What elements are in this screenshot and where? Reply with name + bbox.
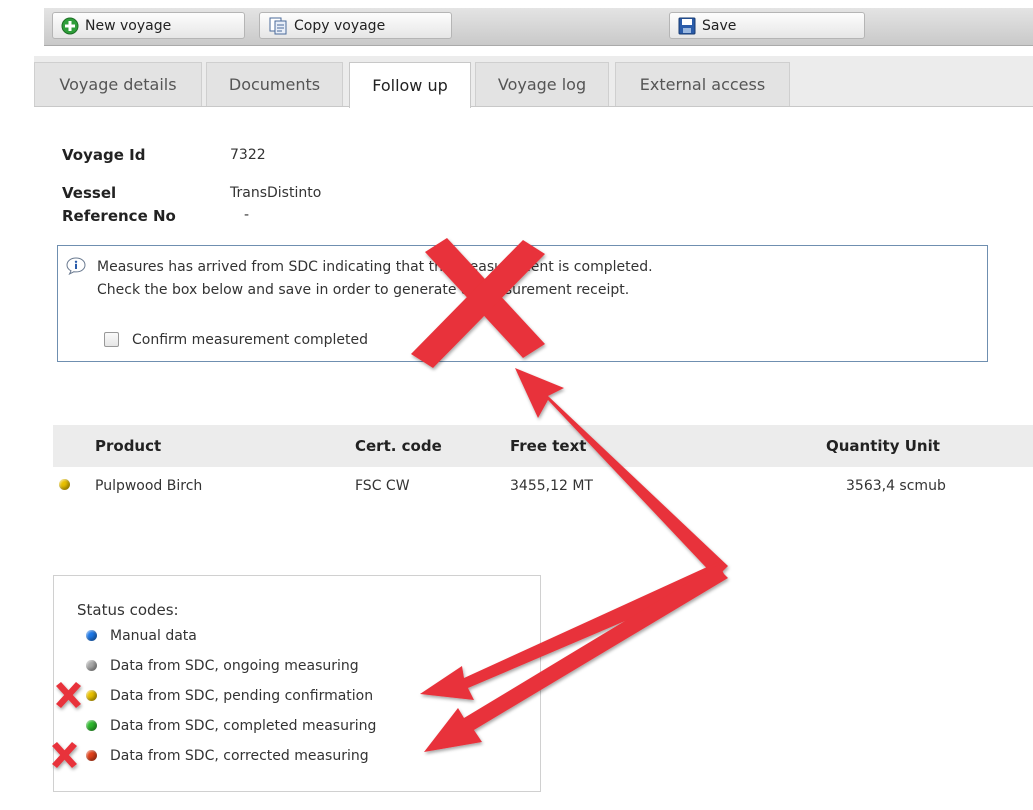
tab-documents[interactable]: Documents <box>206 62 343 106</box>
save-label: Save <box>702 17 737 34</box>
voyage-id-label: Voyage Id <box>62 146 146 164</box>
tab-bar: Voyage details Documents Follow up Voyag… <box>34 56 1033 108</box>
cell-cert-code: FSC CW <box>355 478 410 494</box>
legend-item-pending-confirmation: Data from SDC, pending confirmation <box>110 688 374 704</box>
legend-title: Status codes: <box>77 601 179 619</box>
status-dot-icon <box>86 750 97 761</box>
status-dot-icon <box>86 660 97 671</box>
cell-quantity-unit: 3563,4 scmub <box>846 478 946 494</box>
legend-item-ongoing-measuring: Data from SDC, ongoing measuring <box>110 658 359 674</box>
reference-no-value: - <box>244 207 250 223</box>
tab-label: Documents <box>228 75 321 94</box>
status-dot-icon <box>86 690 97 701</box>
toolbar: New voyage Copy voyage Save <box>44 8 1033 46</box>
tab-label: Voyage details <box>59 75 177 94</box>
column-header-product[interactable]: Product <box>95 437 161 455</box>
vessel-value: TransDistinto <box>230 185 322 201</box>
tab-label: Follow up <box>372 76 448 95</box>
tab-label: External access <box>639 75 766 94</box>
legend-item-corrected-measuring: Data from SDC, corrected measuring <box>110 748 369 764</box>
tab-voyage-log[interactable]: Voyage log <box>475 62 609 106</box>
tab-follow-up[interactable]: Follow up <box>349 62 471 108</box>
new-voyage-label: New voyage <box>85 17 172 34</box>
add-icon <box>61 17 79 34</box>
reference-no-label: Reference No <box>62 207 176 225</box>
status-dot-icon <box>59 479 70 490</box>
info-text-line-1: Measures has arrived from SDC indicating… <box>97 259 653 275</box>
column-header-quantity-unit[interactable]: Quantity Unit <box>826 437 940 455</box>
tab-external-access[interactable]: External access <box>615 62 790 106</box>
arrow-to-info-box-icon <box>515 368 728 578</box>
floppy-disk-icon <box>678 17 696 34</box>
product-table-header: Product Cert. code Free text Quantity Un… <box>53 425 1033 467</box>
confirm-measurement-label[interactable]: Confirm measurement completed <box>132 332 368 348</box>
copy-voyage-label: Copy voyage <box>294 17 386 34</box>
info-icon <box>66 257 86 275</box>
voyage-id-value: 7322 <box>230 147 266 163</box>
column-header-cert-code[interactable]: Cert. code <box>355 437 442 455</box>
new-voyage-button[interactable]: New voyage <box>52 12 245 39</box>
save-button[interactable]: Save <box>669 12 865 39</box>
confirm-measurement-checkbox[interactable] <box>104 332 119 347</box>
copy-icon <box>269 17 287 34</box>
cell-free-text: 3455,12 MT <box>510 478 593 494</box>
cell-product: Pulpwood Birch <box>95 478 203 494</box>
vessel-label: Vessel <box>62 184 117 202</box>
status-codes-legend: Status codes: Manual data Data from SDC,… <box>53 575 541 792</box>
info-text-line-2: Check the box below and save in order to… <box>97 282 630 298</box>
tab-label: Voyage log <box>497 75 587 94</box>
legend-item-completed-measuring: Data from SDC, completed measuring <box>110 718 377 734</box>
tab-voyage-details[interactable]: Voyage details <box>34 62 202 106</box>
status-dot-icon <box>86 720 97 731</box>
column-header-free-text[interactable]: Free text <box>510 437 586 455</box>
status-dot-icon <box>86 630 97 641</box>
legend-item-manual-data: Manual data <box>110 628 197 644</box>
copy-voyage-button[interactable]: Copy voyage <box>259 12 452 39</box>
info-message-box: Measures has arrived from SDC indicating… <box>57 245 988 362</box>
